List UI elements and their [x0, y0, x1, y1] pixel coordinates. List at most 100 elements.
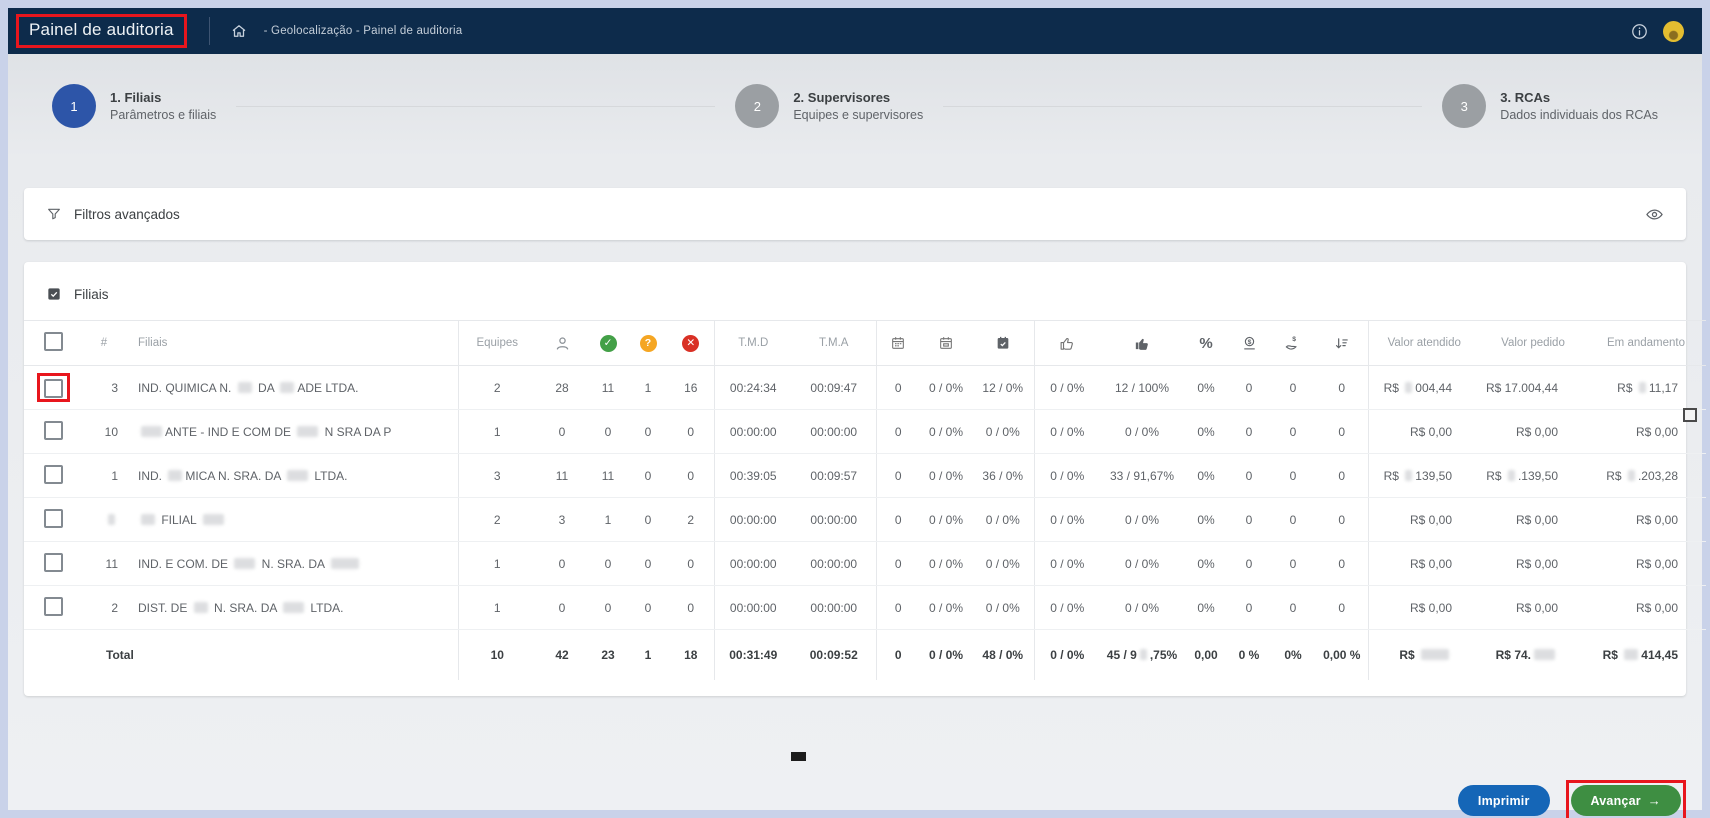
cell-calendar-event-icon: 0 / 0%: [920, 454, 972, 498]
step-3-subtitle: Dados individuais dos RCAs: [1500, 108, 1658, 122]
app-frame: Painel de auditoria - Geolocalização - P…: [0, 0, 1710, 818]
cell-check-circle-icon: 11: [588, 366, 628, 410]
user-avatar[interactable]: [1663, 21, 1684, 42]
step-2-supervisores[interactable]: 2 2. Supervisores Equipes e supervisores: [735, 84, 923, 128]
sort-descending-icon: [1316, 321, 1368, 366]
table-row: 1IND. MICA N. SRA. DA LTDA.311110000:39:…: [24, 454, 1706, 498]
cell-thumb-up-filled-icon: 0 / 0%: [1100, 498, 1184, 542]
cell-hand-money-icon: 0: [1270, 586, 1316, 630]
row-checkbox-cell: [24, 586, 82, 630]
cell-calendar-check-filled-icon: 12 / 0%: [972, 366, 1034, 410]
cell-thumb-up-filled-icon: 0 / 0%: [1100, 542, 1184, 586]
cell-filiais: ANTE - IND E COM DE N SRA DA P: [126, 410, 458, 454]
total-thumb-up-filled-icon: 45 / 9,75%: [1100, 630, 1184, 681]
row-checkbox[interactable]: [44, 553, 63, 572]
col-number: #: [82, 321, 126, 366]
cell-calendar-check-filled-icon: 0 / 0%: [972, 498, 1034, 542]
thumb-up-outline-icon: [1059, 335, 1076, 352]
cell-calendar-icon: 0: [876, 542, 920, 586]
step-3-title: 3. RCAs: [1500, 90, 1658, 105]
total-x-circle-icon: 18: [668, 630, 714, 681]
cell-user-icon: 0: [536, 410, 588, 454]
row-checkbox[interactable]: [44, 597, 63, 616]
row-checkbox[interactable]: [44, 421, 63, 440]
cell-tma: 00:09:47: [792, 366, 876, 410]
visibility-eye-icon[interactable]: [1645, 205, 1664, 224]
user-icon: [554, 335, 571, 352]
cell-calendar-check-filled-icon: 0 / 0%: [972, 542, 1034, 586]
row-checkbox[interactable]: [44, 465, 63, 484]
select-all-checkbox[interactable]: [44, 332, 63, 351]
home-icon[interactable]: [230, 22, 248, 40]
cell-tmd: 00:00:00: [714, 586, 792, 630]
app-window: Painel de auditoria - Geolocalização - P…: [8, 8, 1702, 810]
cell-thumb-up-outline-icon: 0 / 0%: [1034, 542, 1100, 586]
filiais-panel: Filiais #FiliaisEquipes✓?✕T.M.DT.M.A%$$V…: [24, 262, 1686, 696]
cell-question-circle-icon: 0: [628, 410, 668, 454]
cell-x-circle-icon: 0: [668, 586, 714, 630]
question-circle-icon: ?: [628, 321, 668, 366]
total-tma: 00:09:52: [792, 630, 876, 681]
main-content: 1 1. Filiais Parâmetros e filiais 2 2. S…: [8, 54, 1702, 818]
cell-equipes: 2: [458, 498, 536, 542]
step-1-filiais[interactable]: 1 1. Filiais Parâmetros e filiais: [52, 84, 216, 128]
select-all-cell[interactable]: [24, 321, 82, 366]
cell-money-deposit-icon: 0: [1228, 542, 1270, 586]
cell-tma: 00:00:00: [792, 410, 876, 454]
cell-calendar-event-icon: 0 / 0%: [920, 366, 972, 410]
thumb-up-filled-icon: [1134, 335, 1151, 352]
cell-calendar-icon: 0: [876, 410, 920, 454]
breadcrumb: - Geolocalização - Painel de auditoria: [264, 25, 463, 37]
cell-percent-icon: 0%: [1184, 498, 1228, 542]
cell-tma: 00:00:00: [792, 542, 876, 586]
cell-calendar-event-icon: 0 / 0%: [920, 410, 972, 454]
info-icon[interactable]: [1630, 22, 1649, 41]
avancar-label: Avançar: [1591, 794, 1641, 808]
cell-calendar-check-filled-icon: 0 / 0%: [972, 586, 1034, 630]
cell-calendar-icon: 0: [876, 366, 920, 410]
cell-number: 2: [82, 586, 126, 630]
cell-x-circle-icon: 0: [668, 410, 714, 454]
advanced-filters-bar[interactable]: Filtros avançados: [24, 188, 1686, 240]
filters-label: Filtros avançados: [74, 207, 180, 222]
step-2-circle: 2: [735, 84, 779, 128]
cell-equipes: 1: [458, 410, 536, 454]
svg-text:$: $: [1247, 338, 1251, 345]
cell-valor-pedido: R$ 0,00: [1480, 498, 1586, 542]
cell-valor-pedido: R$ .139,50: [1480, 454, 1586, 498]
cell-thumb-up-outline-icon: 0 / 0%: [1034, 586, 1100, 630]
cell-tmd: 00:39:05: [714, 454, 792, 498]
cell-equipes: 2: [458, 366, 536, 410]
cell-calendar-icon: 0: [876, 454, 920, 498]
row-checkbox[interactable]: [44, 379, 63, 398]
annotation-box-title: Painel de auditoria: [16, 14, 187, 48]
step-3-rcas[interactable]: 3 3. RCAs Dados individuais dos RCAs: [1442, 84, 1658, 128]
total-check-circle-icon: 23: [588, 630, 628, 681]
total-money-deposit-icon: 0 %: [1228, 630, 1270, 681]
avancar-button[interactable]: Avançar→: [1571, 785, 1681, 816]
row-checkbox[interactable]: [44, 509, 63, 528]
cell-number: 3: [82, 366, 126, 410]
cell-tmd: 00:00:00: [714, 542, 792, 586]
cell-hand-money-icon: 0: [1270, 498, 1316, 542]
step-connector: [236, 106, 715, 107]
total-label: Total: [82, 630, 458, 681]
cell-filiais: IND. MICA N. SRA. DA LTDA.: [126, 454, 458, 498]
imprimir-button[interactable]: Imprimir: [1458, 785, 1550, 816]
cell-question-circle-icon: 0: [628, 498, 668, 542]
cell-calendar-icon: 0: [876, 498, 920, 542]
actions-bar: Imprimir Avançar→: [24, 780, 1686, 818]
cell-em-andamento: R$ 0,00: [1586, 542, 1706, 586]
cell-thumb-up-filled-icon: 12 / 100%: [1100, 366, 1184, 410]
cell-filiais: FILIAL: [126, 498, 458, 542]
table-row: 2DIST. DE N. SRA. DA LTDA.1000000:00:000…: [24, 586, 1706, 630]
cell-thumb-up-outline-icon: 0 / 0%: [1034, 366, 1100, 410]
cell-user-icon: 11: [536, 454, 588, 498]
table-row: 10ANTE - IND E COM DE N SRA DA P1000000:…: [24, 410, 1706, 454]
row-checkbox-cell: [24, 410, 82, 454]
step-1-circle: 1: [52, 84, 96, 128]
col-tmd: T.M.D: [714, 321, 792, 366]
scrollbar-artifact: [1683, 408, 1697, 422]
cell-filiais: IND. E COM. DE N. SRA. DA: [126, 542, 458, 586]
cell-sort-descending-icon: 0: [1316, 586, 1368, 630]
